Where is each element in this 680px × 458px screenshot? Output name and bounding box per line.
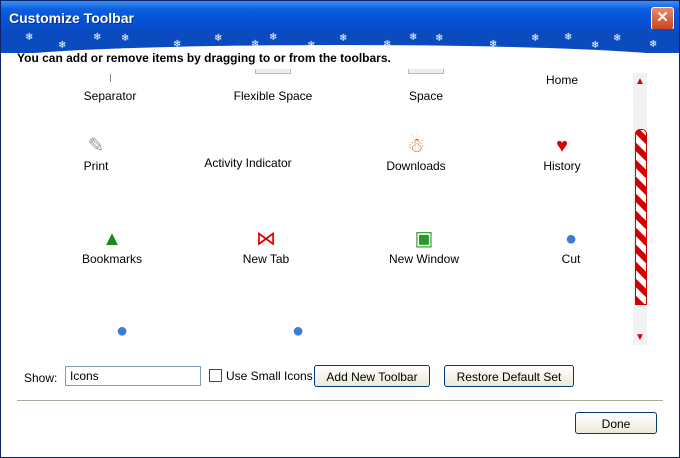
toolbar-item-palette[interactable]: Separator Flexible Space Space Home ✎ Pr… — [17, 69, 647, 345]
instructions-text: You can add or remove items by dragging … — [17, 51, 391, 65]
palette-item-label: Separator — [83, 89, 137, 103]
snowflake-icon: ❄ — [435, 33, 444, 44]
bow-icon: ⋈ — [256, 228, 276, 250]
separator-icon — [35, 69, 185, 89]
snowflake-icon: ❄ — [613, 33, 622, 44]
palette-item-copy[interactable]: ● — [47, 318, 197, 344]
snowflake-icon: ❄ — [409, 32, 418, 43]
palette-item-label: New Tab — [242, 252, 290, 266]
restore-default-set-button[interactable]: Restore Default Set — [444, 365, 574, 387]
close-button[interactable]: ✕ — [651, 7, 674, 30]
palette-item-label: Activity Indicator — [204, 156, 292, 170]
snowflake-icon: ❄ — [173, 39, 182, 50]
palette-item-label: Bookmarks — [81, 252, 143, 266]
done-button[interactable]: Done — [575, 412, 657, 434]
activity-indicator-icon — [173, 130, 323, 156]
snowflake-icon: ❄ — [251, 39, 260, 50]
add-new-toolbar-button[interactable]: Add New Toolbar — [314, 365, 430, 387]
stocking-icon: ♥ — [556, 135, 568, 157]
snowflake-icon: ❄ — [531, 33, 540, 44]
snowflake-icon: ❄ — [383, 39, 392, 50]
palette-item-history[interactable]: ♥ History — [487, 133, 637, 173]
show-mode-select[interactable]: Icons — [65, 366, 201, 386]
snowflake-icon: ❄ — [93, 32, 102, 43]
gingerbread-icon: ☃ — [407, 135, 425, 157]
palette-item-paste[interactable]: ● — [223, 318, 373, 344]
palette-item-new-window[interactable]: ▣ New Window — [349, 226, 499, 266]
palette-item-downloads[interactable]: ☃ Downloads — [341, 133, 491, 173]
palette-item-bookmarks[interactable]: ▲ Bookmarks — [37, 226, 187, 266]
customize-toolbar-window: Customize Toolbar ✕ ❄ ❄ ❄ ❄ ❄ ❄ ❄ ❄ ❄ ❄ … — [0, 0, 680, 458]
palette-item-cut[interactable]: ● Cut — [496, 226, 646, 266]
palette-item-label: Space — [408, 89, 444, 103]
use-small-icons-checkbox[interactable] — [209, 369, 222, 382]
palette-item-label: Cut — [561, 252, 581, 266]
space-icon — [351, 69, 501, 89]
use-small-icons-label[interactable]: Use Small Icons — [226, 369, 313, 383]
palette-item-label: Home — [545, 73, 578, 87]
palette-scrollbar[interactable]: ▲ ▼ — [633, 73, 647, 345]
palette-item-label: Flexible Space — [233, 89, 313, 103]
footer-divider — [17, 400, 663, 401]
scroll-up-arrow-icon[interactable]: ▲ — [633, 75, 647, 89]
palette-item-label: Downloads — [386, 159, 446, 173]
snowflake-icon: ❄ — [649, 39, 658, 50]
scroll-down-arrow-icon[interactable]: ▼ — [633, 331, 647, 345]
snow-decoration: ❄ ❄ ❄ ❄ ❄ ❄ ❄ ❄ ❄ ❄ ❄ ❄ ❄ ❄ ❄ ❄ ❄ ❄ ❄ — [1, 29, 679, 53]
palette-item-activity-indicator[interactable]: Activity Indicator — [173, 130, 323, 170]
gift-icon: ▣ — [414, 228, 434, 250]
flexible-space-icon — [198, 69, 348, 89]
palette-item-home[interactable]: Home — [487, 69, 637, 87]
ornament-icon: ● — [564, 228, 578, 250]
snowflake-icon: ❄ — [564, 32, 573, 43]
palette-item-label: History — [543, 159, 581, 173]
palette-item-new-tab[interactable]: ⋈ New Tab — [191, 226, 341, 266]
palette-item-label: Print — [83, 159, 109, 173]
snowflake-icon: ❄ — [591, 40, 600, 51]
window-title: Customize Toolbar — [9, 10, 134, 26]
snowflake-icon: ❄ — [121, 33, 130, 44]
snowflake-icon: ❄ — [339, 33, 348, 44]
snowflake-icon: ❄ — [58, 40, 67, 51]
scrollbar-thumb[interactable] — [635, 129, 647, 305]
tree-icon: ▲ — [102, 228, 122, 250]
snowflake-icon: ❄ — [489, 39, 498, 50]
palette-item-print[interactable]: ✎ Print — [21, 133, 171, 173]
ornament-icon: ● — [291, 320, 305, 342]
show-label: Show: — [24, 371, 58, 385]
snowflake-icon: ❄ — [307, 40, 316, 51]
ornament-icon: ● — [115, 320, 129, 342]
palette-item-flexible-space[interactable]: Flexible Space — [198, 69, 348, 103]
snowflake-icon: ❄ — [25, 32, 34, 43]
print-icon: ✎ — [87, 135, 105, 157]
palette-item-space[interactable]: Space — [351, 69, 501, 103]
palette-item-separator[interactable]: Separator — [35, 69, 185, 103]
snowflake-icon: ❄ — [269, 32, 278, 43]
palette-item-label: New Window — [388, 252, 460, 266]
snowflake-icon: ❄ — [214, 33, 223, 44]
